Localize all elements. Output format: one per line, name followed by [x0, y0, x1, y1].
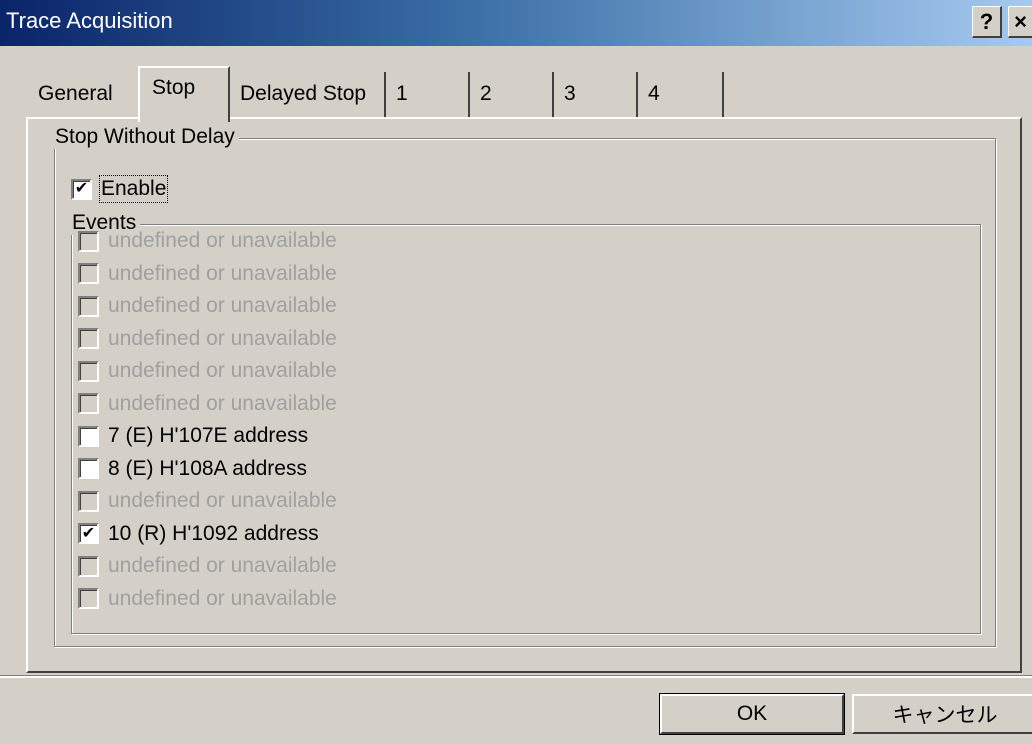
event-label: 7 (E) H'107E address: [108, 424, 309, 447]
tab-3[interactable]: 3: [554, 72, 638, 118]
help-button[interactable]: ?: [972, 6, 1002, 38]
event-label: undefined or unavailable: [108, 586, 337, 610]
event-check-box: [78, 263, 99, 284]
event-checkbox-row[interactable]: 8 (E) H'108A address: [78, 457, 307, 481]
tab-stop[interactable]: Stop: [138, 66, 230, 122]
event-check-box: [78, 490, 99, 512]
event-check-box: [78, 393, 99, 414]
enable-checkbox[interactable]: ✔ Enable: [71, 175, 169, 203]
event-check-box: [78, 555, 99, 577]
close-button[interactable]: ×: [1008, 6, 1032, 38]
event-check-box[interactable]: [78, 458, 99, 479]
event-label: undefined or unavailable: [108, 229, 337, 252]
group-legend: Stop Without Delay: [51, 125, 239, 149]
tab-general[interactable]: General: [28, 72, 138, 118]
enable-label: Enable: [98, 175, 169, 203]
event-checkbox-row: undefined or unavailable: [78, 229, 337, 253]
event-check-box[interactable]: ✔: [78, 523, 99, 544]
event-label: 8 (E) H'108A address: [108, 456, 307, 480]
event-label: undefined or unavailable: [108, 326, 337, 350]
enable-check-box[interactable]: ✔: [71, 178, 92, 200]
cancel-button[interactable]: キャンセル: [852, 694, 1032, 734]
events-group: Events undefined or unavailable undefined…: [68, 211, 981, 634]
event-check-box: [78, 230, 99, 252]
event-label: undefined or unavailable: [108, 294, 337, 317]
event-check-box[interactable]: [78, 425, 99, 447]
event-checkbox-row: undefined or unavailable: [78, 294, 337, 318]
event-checkbox-row: undefined or unavailable: [78, 554, 337, 578]
event-check-box: [78, 360, 99, 382]
event-check-box: [78, 295, 99, 317]
event-checkbox-row: undefined or unavailable: [78, 262, 337, 286]
tab-label: 4: [648, 82, 660, 105]
event-checkbox-row: undefined or unavailable: [78, 359, 337, 383]
tab-4[interactable]: 4: [638, 72, 724, 118]
tab-label: 2: [480, 82, 492, 105]
tab-1[interactable]: 1: [386, 72, 470, 118]
tab-2[interactable]: 2: [470, 72, 554, 118]
event-checkbox-row[interactable]: 7 (E) H'107E address: [78, 424, 308, 448]
title-bar: Trace Acquisition ? ×: [0, 0, 1032, 46]
event-checkbox-row: undefined or unavailable: [78, 587, 337, 611]
event-label: undefined or unavailable: [108, 359, 337, 382]
event-label: undefined or unavailable: [108, 554, 337, 577]
checkmark-icon: ✔: [74, 180, 89, 197]
event-checkbox-row[interactable]: ✔ 10 (R) H'1092 address: [78, 522, 319, 546]
tab-label: General: [38, 82, 113, 105]
checkmark-icon: ✔: [81, 524, 96, 542]
event-checkbox-row: undefined or unavailable: [78, 392, 337, 416]
event-label: 10 (R) H'1092 address: [108, 521, 319, 545]
event-checkbox-row: undefined or unavailable: [78, 489, 337, 513]
tab-label: Delayed Stop: [240, 82, 367, 105]
event-check-box: [78, 588, 99, 609]
event-checkbox-row: undefined or unavailable: [78, 327, 337, 351]
tab-label: 3: [564, 82, 576, 105]
event-label: undefined or unavailable: [108, 489, 337, 512]
window-title: Trace Acquisition: [6, 8, 173, 33]
tab-panel: Stop Without Delay ✔ Enable Events undef…: [26, 117, 1022, 673]
tab-label: Stop: [152, 76, 196, 99]
tab-label: 1: [396, 82, 408, 105]
event-label: undefined or unavailable: [108, 261, 337, 285]
ok-button[interactable]: OK: [660, 694, 844, 734]
event-check-box: [78, 328, 99, 349]
close-icon: ×: [1014, 8, 1027, 34]
tab-delayed-stop[interactable]: Delayed Stop: [230, 72, 386, 118]
stop-without-delay-group: Stop Without Delay ✔ Enable Events undef…: [51, 125, 996, 647]
event-label: undefined or unavailable: [108, 391, 337, 415]
separator-highlight: [0, 676, 1032, 678]
